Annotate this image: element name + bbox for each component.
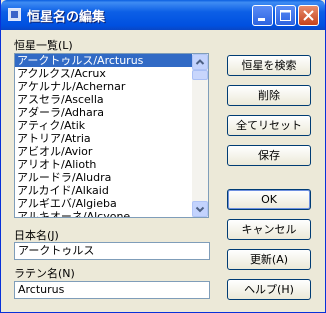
list-item[interactable]: アティク/Atik [15,119,192,132]
title-bar[interactable]: 恒星名の編集 [1,0,325,30]
star-listbox[interactable]: アークトゥルス/Arcturus アクルクス/Acrux アケルナル/Acherna… [14,53,209,218]
japanese-name-label: 日本名(J) [14,229,59,242]
list-item[interactable]: アトリア/Atria [15,132,192,145]
maximize-button[interactable] [275,5,296,26]
latin-name-input[interactable]: Arcturus [14,281,210,299]
chevron-up-icon [195,59,205,65]
delete-button[interactable]: 削除 [227,85,311,106]
star-list-label: 恒星一覧(L) [14,39,73,52]
list-item[interactable]: アルードラ/Aludra [15,171,192,184]
minimize-button[interactable] [252,5,273,26]
help-button[interactable]: ヘルプ(H) [227,279,311,300]
list-item[interactable]: アルキオーネ/Alcyone [15,210,192,217]
list-item[interactable]: アスセラ/Ascella [15,93,192,106]
japanese-name-input[interactable]: アークトゥルス [14,242,210,260]
list-item[interactable]: アビオル/Avior [15,145,192,158]
edit-star-name-dialog: 恒星名の編集 恒星一覧(L) アークトゥルス/Arcturus アクルクス/Acr… [0,0,326,313]
list-item[interactable]: アクルクス/Acrux [15,67,192,80]
close-button[interactable] [298,5,319,26]
star-list: アークトゥルス/Arcturus アクルクス/Acrux アケルナル/Acherna… [15,54,192,217]
list-item[interactable]: アルギエバ/Algieba [15,197,192,210]
list-scrollbar[interactable] [192,54,208,217]
list-item[interactable]: アークトゥルス/Arcturus [15,54,192,67]
window-title: 恒星名の編集 [27,10,106,25]
reset-all-button[interactable]: 全てリセット [227,115,311,136]
scroll-up-button[interactable] [192,54,208,70]
chevron-down-icon [195,206,205,213]
list-item[interactable]: アダーラ/Adhara [15,106,192,119]
latin-name-label: ラテン名(N) [14,267,75,280]
list-item[interactable]: アリオト/Alioth [15,158,192,171]
scroll-down-button[interactable] [192,201,208,217]
minimize-icon [258,18,265,21]
cancel-button[interactable]: キャンセル [227,219,311,240]
update-button[interactable]: 更新(A) [227,249,311,270]
ok-button[interactable]: OK [227,189,311,210]
list-item[interactable]: アルカイド/Alkaid [15,184,192,197]
scroll-thumb[interactable] [192,70,208,80]
close-icon [303,10,314,21]
list-item[interactable]: アケルナル/Achernar [15,80,192,93]
app-icon [8,8,21,21]
search-star-button[interactable]: 恒星を検索 [227,55,311,76]
save-button[interactable]: 保存 [227,145,311,166]
maximize-icon [280,10,291,21]
